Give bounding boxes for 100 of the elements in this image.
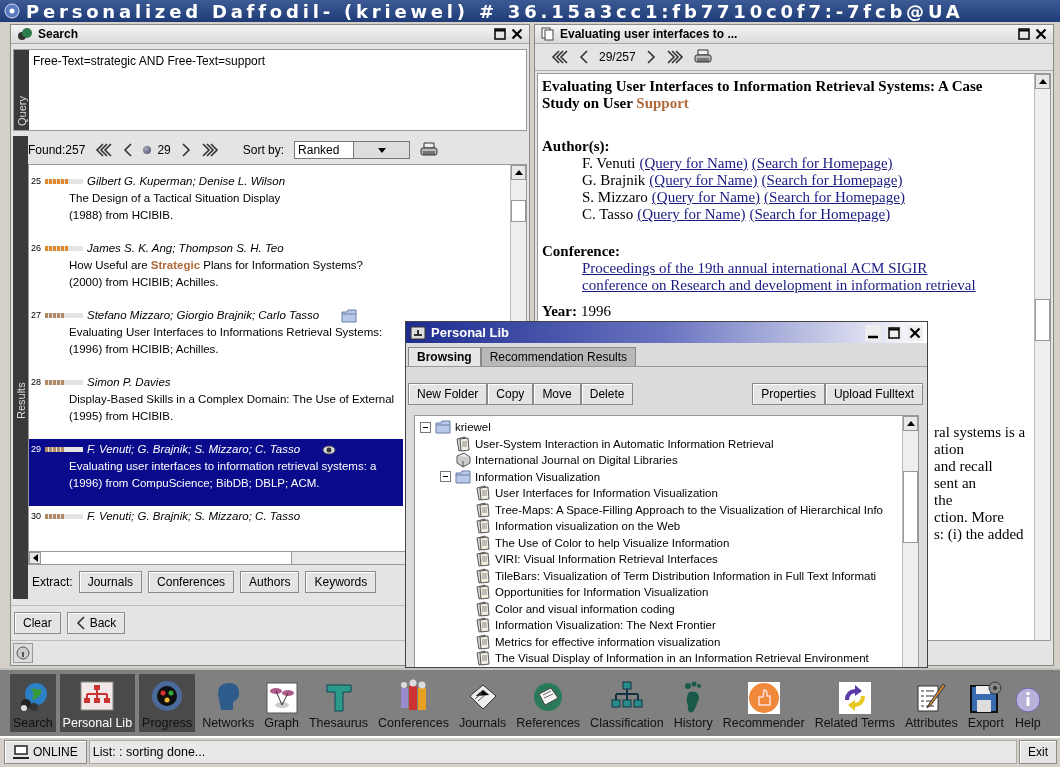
toolbar-button[interactable]: Help	[1010, 674, 1045, 732]
extract-button[interactable]: Journals	[78, 571, 143, 593]
author-link[interactable]: (Query for Name)	[639, 155, 748, 172]
author-link[interactable]: (Query for Name)	[651, 189, 761, 206]
tree-item[interactable]: Opportunities for Information Visualization	[495, 586, 709, 599]
folder-icon	[455, 469, 471, 484]
back-button[interactable]: Back	[66, 612, 126, 634]
tab[interactable]: Browsing	[408, 347, 481, 366]
result-row[interactable]: 25 Gilbert G. Kuperman; Denise L. Wilson The Design of a Tactical Situation Display (1988) from HCIBIB.	[29, 171, 403, 238]
document-heading: Evaluating User Interfaces to Information Retrieval Systems: A Case Study on User Support	[542, 78, 984, 112]
result-authors: Stefano Mizzaro; Giorgio Brajnik; Carlo Tasso	[87, 308, 320, 323]
close-icon[interactable]	[909, 326, 921, 339]
author-link[interactable]: (Search for Homepage)	[761, 172, 903, 189]
close-icon[interactable]	[1035, 28, 1047, 40]
author-link[interactable]: (Search for Homepage)	[764, 189, 905, 206]
tree-item[interactable]: Information Visualization	[475, 470, 601, 483]
document-stack-icon	[475, 584, 491, 601]
scrollbar-thumb[interactable]	[903, 471, 918, 543]
close-icon[interactable]	[511, 28, 523, 40]
toolbar-button[interactable]: History	[670, 674, 716, 732]
tree-item[interactable]: Color and visual information coding	[495, 602, 675, 615]
tree-item[interactable]: User Interfaces for Information Visualization	[495, 487, 718, 500]
toolbar-button[interactable]: Networks	[199, 674, 258, 732]
library-button[interactable]: New Folder	[408, 383, 488, 405]
result-title: Evaluating user interfaces to information retrieval systems: a	[69, 459, 377, 474]
tab[interactable]: Recommendation Results	[480, 347, 637, 366]
toolbar-button[interactable]: Attributes	[902, 674, 961, 732]
up-arrow-icon[interactable]	[1038, 79, 1047, 84]
clear-button[interactable]: Clear	[14, 612, 61, 634]
tree-item[interactable]: Information visualization on the Web	[495, 520, 681, 533]
scrollbar-thumb[interactable]	[1035, 299, 1050, 341]
maximize-icon[interactable]	[888, 326, 900, 339]
maximize-icon[interactable]	[1018, 28, 1030, 40]
library-button[interactable]: Properties	[752, 383, 825, 405]
library-button[interactable]: Upload Fulltext	[824, 383, 923, 405]
library-button[interactable]: Move	[533, 383, 581, 405]
panel-title: Evaluating user interfaces to ...	[560, 27, 738, 41]
double-left-arrow-icon[interactable]	[551, 50, 569, 64]
tree-item[interactable]: The Visual Display of Information in an Information Retrieval Environment	[495, 652, 869, 665]
panel-title: Search	[38, 27, 79, 41]
double-left-arrow-icon[interactable]	[95, 143, 114, 157]
result-row[interactable]: 30 F. Venuti; G. Brajnik; S. Mizzaro; C. Tasso	[29, 506, 403, 539]
maximize-icon[interactable]	[494, 28, 506, 40]
library-button[interactable]: Copy	[487, 383, 534, 405]
printer-icon[interactable]	[693, 49, 712, 65]
extract-button[interactable]: Conferences	[148, 571, 235, 593]
result-row[interactable]: 27 Stefano Mizzaro; Giorgio Brajnik; Carlo Tasso Evaluating User Interfaces to Informations Retrieval Systems: (1996) from HCIBIB; Achilles.	[29, 305, 403, 372]
printer-icon[interactable]	[420, 142, 439, 158]
tree-item[interactable]: Metrics for effective information visualization	[495, 635, 721, 648]
conference-link[interactable]: Proceedings of the 19th annual international ACM SIGIR	[582, 260, 1030, 277]
toolbar-button[interactable]: Related Terms	[811, 674, 898, 732]
result-row[interactable]: 26 James S. K. Ang; Thompson S. H. Teo How Useful are Strategic Plans for Information Systems? (2000) from HCIBIB; Achilles.	[29, 238, 403, 305]
author-link[interactable]: (Query for Name)	[637, 206, 746, 223]
toolbar-button[interactable]: References	[513, 674, 584, 732]
extract-button[interactable]: Keywords	[305, 571, 377, 593]
toolbar-button[interactable]: Conferences	[375, 674, 452, 732]
results-tab[interactable]: Results	[13, 136, 28, 599]
toolbar-button[interactable]: Personal Lib	[59, 674, 136, 732]
double-right-arrow-icon[interactable]	[200, 143, 219, 157]
conference-link[interactable]: conference on Research and development in information retrieval	[582, 277, 1030, 294]
toolbar-button[interactable]: Export	[964, 674, 1007, 732]
toolbar-button[interactable]: Graph	[261, 674, 302, 732]
result-row[interactable]: 28 Simon P. Davies Display-Based Skills in a Complex Domain: The Use of External (1995) from HCIBIB.	[29, 372, 403, 439]
tree-item[interactable]: TileBars: Visualization of Term Distribution Information in Full Text Informati	[495, 569, 877, 582]
author-link[interactable]: (Search for Homepage)	[749, 206, 891, 223]
exit-button[interactable]: Exit	[1019, 740, 1057, 764]
result-source: (2000) from HCIBIB; Achilles.	[69, 275, 219, 290]
up-arrow-icon[interactable]	[906, 421, 915, 426]
scrollbar[interactable]	[902, 416, 918, 667]
result-authors: Simon P. Davies	[87, 375, 171, 390]
collapse-icon[interactable]	[440, 471, 451, 483]
conference-label: Conference:	[542, 243, 622, 260]
library-button[interactable]: Delete	[580, 383, 634, 405]
left-caret-icon[interactable]	[32, 554, 38, 562]
extract-button[interactable]: Authors	[240, 571, 300, 593]
result-row[interactable]: 29 F. Venuti; G. Brajnik; S. Mizzaro; C. Tasso Evaluating user interfaces to information retrieval systems: a (1996) from CompuScience; BibDB; DBLP; ACM.	[29, 439, 403, 506]
info-circle-icon[interactable]	[16, 646, 30, 660]
sort-dropdown[interactable]: Ranked	[294, 141, 411, 159]
result-number: 28	[31, 376, 42, 389]
up-arrow-icon[interactable]	[514, 170, 523, 175]
scrollbar[interactable]	[1034, 74, 1050, 640]
tree-item[interactable]: VIRI: Visual Information Retrieval Interfaces	[495, 553, 718, 566]
toolbar-button[interactable]: Classification	[587, 674, 667, 732]
toolbar-button[interactable]: Recommender	[719, 674, 808, 732]
tree-item[interactable]: User-System Interaction in Automatic Information Retrieval	[475, 437, 774, 450]
tree-item[interactable]: Information Visualization: The Next Frontier	[495, 619, 716, 632]
collapse-icon[interactable]	[420, 421, 431, 433]
online-button[interactable]: ONLINE	[4, 740, 87, 764]
tree-item[interactable]: Tree-Maps: A Space-Filling Approach to the Visualization of Hierarchical Info	[495, 503, 883, 516]
tree-item[interactable]: The Use of Color to help Visualize Information	[495, 536, 730, 549]
author-link[interactable]: (Search for Homepage)	[751, 155, 893, 172]
double-right-arrow-icon[interactable]	[665, 50, 684, 64]
toolbar-button[interactable]: Thesaurus	[306, 674, 372, 732]
toolbar-button[interactable]: Journals	[455, 674, 510, 732]
tree-item[interactable]: International Journal on Digital Libraries	[475, 454, 678, 467]
abstract-text: ral systems is a	[934, 424, 1027, 441]
author-link[interactable]: (Query for Name)	[649, 172, 758, 189]
document-stack-icon	[475, 600, 491, 617]
scrollbar-thumb[interactable]	[511, 200, 526, 222]
tree-item[interactable]: kriewel	[455, 421, 491, 434]
